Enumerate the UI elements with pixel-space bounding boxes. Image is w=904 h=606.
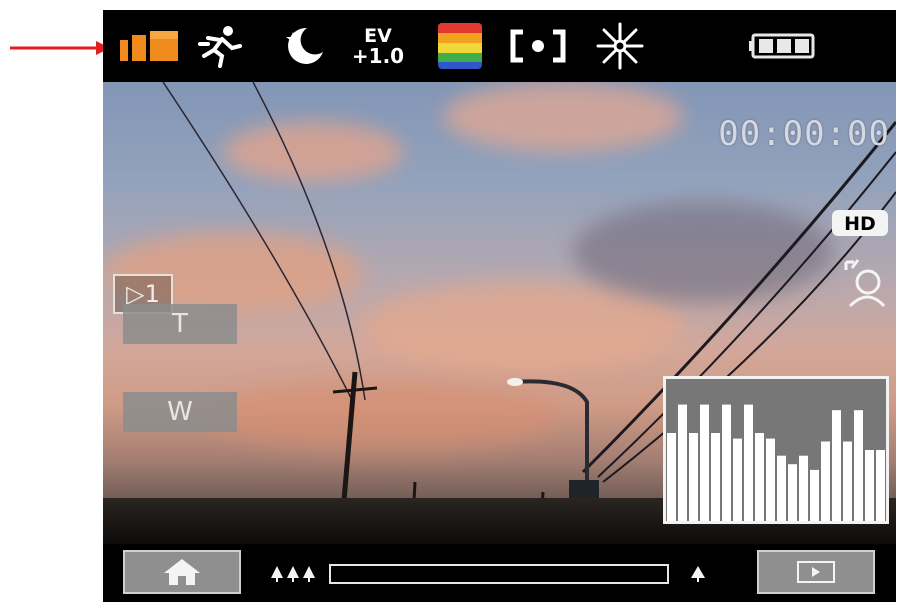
histogram-bar xyxy=(799,455,808,521)
histogram-bar xyxy=(843,441,852,521)
histogram-bar xyxy=(865,450,874,521)
home-button[interactable] xyxy=(123,550,241,594)
color-effect-icon[interactable] xyxy=(437,22,483,70)
zoom-tele-tree-icon xyxy=(691,566,705,582)
white-balance-icon[interactable] xyxy=(595,22,645,70)
hd-resolution-icon: HD xyxy=(832,210,888,236)
sports-mode-icon[interactable] xyxy=(195,22,251,70)
histogram-bar xyxy=(733,438,742,521)
zoom-level-bar[interactable] xyxy=(329,564,669,584)
histogram-bar xyxy=(711,433,720,521)
hd-label: HD xyxy=(844,213,876,235)
bottom-control-bar xyxy=(103,544,896,602)
histogram-bar xyxy=(810,469,819,521)
ev-compensation-icon[interactable]: EV +1.0 xyxy=(347,22,409,70)
live-view: 00:00:00 HD ▷1 T W xyxy=(103,82,896,544)
camera-screen: EV +1.0 00:00:00 HD ▷1 T W xyxy=(103,10,896,602)
histogram-chart xyxy=(667,404,885,521)
histogram-bar xyxy=(854,410,863,521)
histogram-bar xyxy=(689,433,698,521)
zoom-tele-button[interactable]: T xyxy=(123,304,237,344)
ev-value: +1.0 xyxy=(351,43,405,68)
histogram-bar xyxy=(722,404,731,521)
histogram-bar xyxy=(678,404,687,521)
recording-timecode: 00:00:00 xyxy=(718,114,890,154)
playback-button[interactable] xyxy=(757,550,875,594)
histogram-bar xyxy=(667,433,676,521)
histogram-bar xyxy=(832,410,841,521)
home-icon xyxy=(164,559,200,585)
face-detection-icon xyxy=(844,258,886,310)
histogram-bar xyxy=(788,464,797,521)
histogram-bar xyxy=(755,433,764,521)
top-status-bar: EV +1.0 xyxy=(103,10,896,82)
zoom-wide-button[interactable]: W xyxy=(123,392,237,432)
histogram-panel xyxy=(663,376,889,524)
histogram-bar xyxy=(766,438,775,521)
histogram-bar xyxy=(744,404,753,521)
annotation-arrow xyxy=(10,41,110,55)
histogram-bar xyxy=(821,441,830,521)
battery-icon xyxy=(747,22,817,70)
histogram-bar xyxy=(700,404,709,521)
scene-mode-icon[interactable] xyxy=(117,22,181,70)
play-icon xyxy=(797,561,835,583)
night-mode-icon[interactable] xyxy=(279,22,327,70)
ev-label: EV xyxy=(364,24,392,47)
zoom-wide-trees-icon xyxy=(271,566,315,582)
histogram-bar xyxy=(777,455,786,521)
histogram-bar xyxy=(876,450,885,521)
spot-metering-icon[interactable] xyxy=(507,22,569,70)
